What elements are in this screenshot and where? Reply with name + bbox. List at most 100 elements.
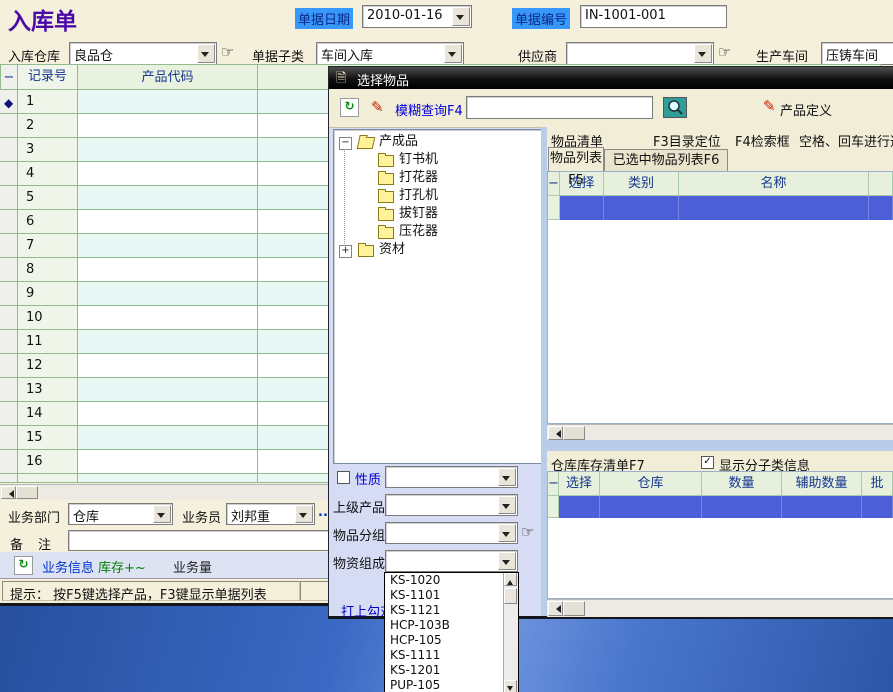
- tree-node-child[interactable]: 打花器: [334, 169, 543, 187]
- doc-date-label: 单据日期: [295, 8, 353, 29]
- material-compose-combobox[interactable]: [385, 550, 518, 572]
- stock-link[interactable]: 库存+~: [98, 557, 146, 576]
- list-item[interactable]: KS-1020: [385, 573, 504, 588]
- folder-icon: [358, 245, 374, 257]
- scroll-thumb[interactable]: [563, 426, 585, 440]
- doc-no-label: 单据编号: [512, 8, 570, 29]
- list-item[interactable]: KS-1101: [385, 588, 504, 603]
- warehouse-combobox[interactable]: 良品仓: [69, 42, 217, 65]
- refresh-icon[interactable]: ↻: [340, 98, 359, 117]
- selected-stock-row[interactable]: [548, 496, 893, 518]
- scroll-thumb[interactable]: [16, 486, 38, 499]
- open-folder-icon: [357, 137, 376, 149]
- fuzzy-search-input[interactable]: [466, 96, 653, 119]
- scroll-left-icon[interactable]: [548, 601, 563, 616]
- chevron-down-icon[interactable]: [694, 44, 712, 63]
- refresh-icon[interactable]: ↻: [14, 556, 33, 575]
- items-hscrollbar[interactable]: [547, 424, 893, 441]
- dropdown-scrollbar[interactable]: [503, 573, 518, 692]
- chevron-down-icon[interactable]: [197, 44, 215, 63]
- items-table: − 选择 类别 名称: [547, 171, 893, 424]
- workshop-input[interactable]: 压铸车间: [821, 42, 893, 65]
- scroll-up-icon[interactable]: [504, 573, 517, 586]
- search-magnifier-icon[interactable]: [663, 97, 687, 118]
- list-item[interactable]: KS-1111: [385, 648, 504, 663]
- remark-input[interactable]: [68, 530, 333, 551]
- corner-cell: −: [548, 472, 559, 496]
- dialog-icon: 🗎: [336, 69, 346, 91]
- chevron-down-icon[interactable]: [498, 552, 516, 570]
- scroll-left-icon[interactable]: [548, 426, 563, 440]
- chevron-down-icon[interactable]: [498, 468, 516, 486]
- nature-combobox[interactable]: [385, 466, 518, 488]
- scroll-down-icon[interactable]: [504, 680, 517, 692]
- remark-label-2: 注: [38, 534, 51, 553]
- list-item[interactable]: KS-1201: [385, 663, 504, 678]
- list-item[interactable]: HCP-105: [385, 633, 504, 648]
- tab-items-f5[interactable]: 物品列表F5: [548, 147, 604, 171]
- supplier-combobox[interactable]: [566, 42, 714, 65]
- subtype-label: 单据子类: [252, 46, 304, 65]
- horizontal-splitter[interactable]: [547, 440, 893, 451]
- chevron-down-icon[interactable]: [498, 496, 516, 514]
- tab-selected-f6[interactable]: 已选中物品列表F6: [604, 149, 728, 171]
- chevron-down-icon[interactable]: [498, 524, 516, 542]
- picker-finger-icon[interactable]: ☞: [221, 43, 234, 61]
- selected-item-row[interactable]: [548, 196, 893, 220]
- dropdown-items: KS-1020KS-1101KS-1121HCP-103BHCP-105KS-1…: [385, 573, 504, 692]
- col-name: 名称: [679, 172, 869, 196]
- hint-f4: F4检索框: [735, 131, 790, 150]
- chevron-down-icon[interactable]: [153, 505, 171, 523]
- clerk-combobox[interactable]: 刘邦重: [226, 503, 315, 525]
- material-compose-dropdown-list[interactable]: KS-1020KS-1101KS-1121HCP-103BHCP-105KS-1…: [384, 572, 519, 692]
- expand-icon[interactable]: +: [339, 245, 352, 258]
- nature-checkbox[interactable]: [337, 471, 350, 484]
- list-item[interactable]: PUP-105: [385, 678, 504, 692]
- col-aux-qty: 辅助数量: [782, 472, 862, 496]
- fuzzy-search-link[interactable]: 模糊查询F4: [395, 100, 463, 119]
- select-items-dialog: 🗎 选择物品 ↻ ✎ 模糊查询F4 ✎ 产品定义 − 产成品: [328, 66, 893, 619]
- workshop-label: 生产车间: [756, 46, 808, 65]
- scroll-thumb[interactable]: [563, 601, 585, 616]
- scroll-left-icon[interactable]: [1, 486, 16, 499]
- stock-hscrollbar[interactable]: [547, 599, 893, 617]
- items-pane: 物品清单 F3目录定位 F4检索框 空格、回车进行选 物品列表F5 已选中物品列…: [547, 127, 893, 616]
- business-info-link[interactable]: 业务信息: [42, 557, 94, 576]
- folder-icon: [378, 227, 394, 239]
- list-item[interactable]: HCP-103B: [385, 618, 504, 633]
- chevron-down-icon[interactable]: [452, 7, 470, 26]
- picker-finger-icon[interactable]: ☞: [521, 523, 534, 541]
- stock-table: − 选择 仓库 数量 辅助数量 批: [547, 471, 893, 599]
- tree-node-materials[interactable]: + 资材: [334, 241, 543, 259]
- tree-node-root[interactable]: − 产成品: [334, 133, 543, 151]
- tree-node-child[interactable]: 拔钉器: [334, 205, 543, 223]
- grid-corner-cell: −: [0, 64, 18, 90]
- parent-product-combobox[interactable]: [385, 494, 518, 516]
- collapse-icon[interactable]: −: [339, 137, 352, 150]
- chevron-down-icon[interactable]: [444, 44, 462, 63]
- dialog-toolbar: ↻ ✎ 模糊查询F4 ✎ 产品定义: [329, 89, 893, 128]
- volume-label: 业务量: [173, 557, 212, 576]
- warehouse-label: 入库仓库: [8, 46, 60, 65]
- product-define-link[interactable]: 产品定义: [780, 100, 832, 119]
- hint-f3: F3目录定位: [653, 131, 721, 150]
- tree-node-child[interactable]: 钉书机: [334, 151, 543, 169]
- pen-icon[interactable]: ✎: [371, 98, 384, 116]
- doc-date-combobox[interactable]: 2010-01-16: [362, 5, 472, 28]
- col-category: 类别: [604, 172, 679, 196]
- picker-finger-icon[interactable]: ☞: [718, 43, 731, 61]
- subtype-combobox[interactable]: 车间入库: [316, 42, 464, 65]
- tree-node-child[interactable]: 压花器: [334, 223, 543, 241]
- chevron-down-icon[interactable]: [295, 505, 313, 523]
- item-group-combobox[interactable]: [385, 522, 518, 544]
- tree-node-child[interactable]: 打孔机: [334, 187, 543, 205]
- scroll-thumb[interactable]: [504, 588, 517, 604]
- folder-icon: [378, 155, 394, 167]
- item-group-label: 物品分组: [333, 525, 385, 544]
- status-text: 提示： 按F5键选择产品，F3键显示单据列表: [10, 584, 267, 603]
- dialog-titlebar[interactable]: 🗎 选择物品: [329, 67, 893, 89]
- doc-no-input[interactable]: IN-1001-001: [580, 5, 727, 28]
- list-item[interactable]: KS-1121: [385, 603, 504, 618]
- subclass-checkbox[interactable]: ✓: [701, 456, 714, 469]
- dept-combobox[interactable]: 仓库: [68, 503, 173, 525]
